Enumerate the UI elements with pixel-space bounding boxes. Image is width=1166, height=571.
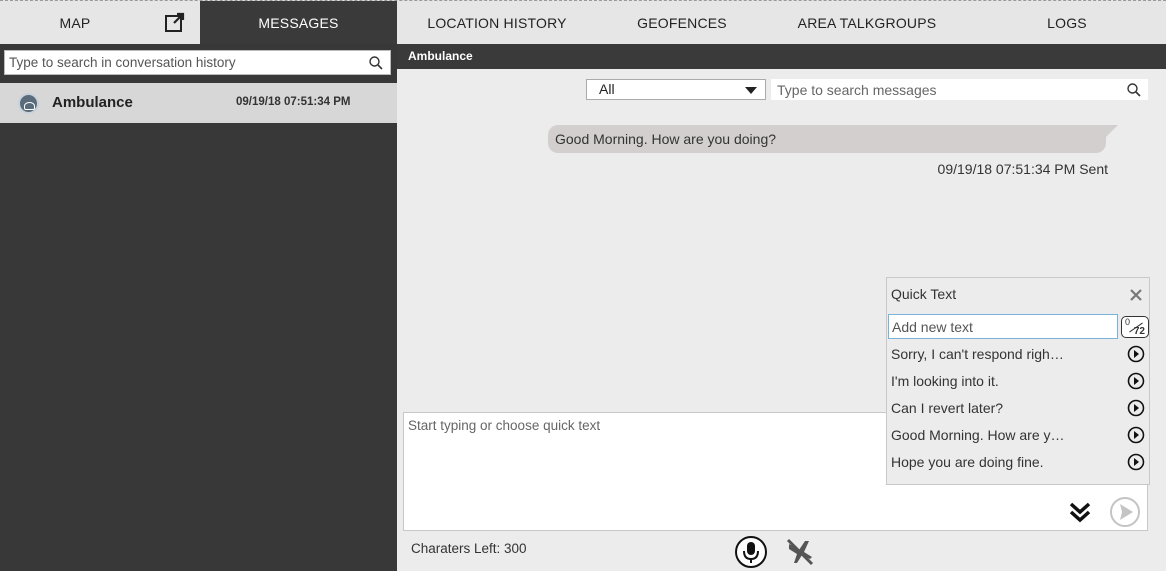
quick-text-label: Good Morning. How are y… — [891, 427, 1065, 443]
tab-area-talkgroups[interactable]: AREA TALKGROUPS — [767, 1, 967, 45]
close-icon[interactable] — [1129, 288, 1143, 302]
search-icon[interactable] — [1126, 82, 1142, 98]
popout-button[interactable] — [150, 1, 200, 45]
chevron-down-icon — [745, 87, 757, 94]
tab-messages[interactable]: MESSAGES — [200, 1, 397, 45]
conversation-name: Ambulance — [52, 94, 133, 111]
quick-text-item[interactable]: Good Morning. How are y… — [891, 423, 1147, 447]
microphone-icon[interactable] — [734, 535, 768, 569]
search-icon[interactable] — [368, 55, 384, 71]
message-timestamp-status: 09/19/18 07:51:34 PM Sent — [937, 161, 1108, 177]
conversation-time: 09/19/18 07:51:34 PM — [236, 96, 351, 108]
quick-text-label: Hope you are doing fine. — [891, 454, 1044, 470]
tab-geofences[interactable]: GEOFENCES — [597, 1, 767, 45]
character-counter-icon: 0 72 — [1121, 316, 1149, 338]
quick-text-panel: Quick Text 0 72 Sorry, I can't respond r… — [886, 277, 1150, 485]
filter-value: All — [599, 81, 615, 97]
top-nav: MAP MESSAGES LOCATION HISTORY GEOFENCES … — [0, 0, 1166, 45]
double-chevron-down-icon[interactable] — [1068, 501, 1092, 523]
tab-location-history[interactable]: LOCATION HISTORY — [397, 1, 597, 45]
ambulance-avatar-icon — [18, 93, 39, 114]
quick-text-input-box — [888, 314, 1118, 339]
quick-text-item[interactable]: I'm looking into it. — [891, 369, 1147, 393]
message-search-box — [771, 79, 1148, 100]
arrow-circle-right-icon[interactable] — [1127, 426, 1145, 444]
airplane-off-icon[interactable] — [783, 535, 817, 569]
arrow-circle-right-icon[interactable] — [1127, 453, 1145, 471]
compose-toolbar — [403, 490, 1148, 531]
send-icon[interactable] — [1109, 496, 1141, 528]
message-search-input[interactable] — [771, 79, 1148, 100]
tab-logs[interactable]: LOGS — [967, 1, 1166, 45]
quick-text-label: Can I revert later? — [891, 400, 1004, 416]
conversation-search-input[interactable] — [5, 51, 390, 74]
quick-text-item[interactable]: Hope you are doing fine. — [891, 450, 1147, 474]
conversation-list-panel: Ambulance 09/19/18 07:51:34 PM — [0, 44, 397, 571]
message-bubble: Good Morning. How are you doing? — [548, 125, 1118, 153]
arrow-circle-right-icon[interactable] — [1127, 372, 1145, 390]
arrow-circle-right-icon[interactable] — [1127, 399, 1145, 417]
quick-text-label: I'm looking into it. — [891, 373, 999, 389]
conversation-item-ambulance[interactable]: Ambulance 09/19/18 07:51:34 PM — [0, 83, 397, 123]
arrow-circle-right-icon[interactable] — [1127, 345, 1145, 363]
app-window: MAP MESSAGES LOCATION HISTORY GEOFENCES … — [0, 0, 1166, 571]
message-filter-dropdown[interactable]: All — [586, 79, 766, 100]
quick-text-item[interactable]: Can I revert later? — [891, 396, 1147, 420]
quick-text-item[interactable]: Sorry, I can't respond righ… — [891, 342, 1147, 366]
tab-map[interactable]: MAP — [0, 1, 150, 45]
conversation-title: Ambulance — [397, 44, 1166, 69]
conversation-search-box — [4, 50, 391, 75]
external-window-icon — [165, 12, 185, 32]
quick-text-input[interactable] — [889, 315, 1117, 338]
counter-current: 0 — [1125, 317, 1131, 327]
quick-text-label: Sorry, I can't respond righ… — [891, 346, 1064, 362]
characters-left: Charaters Left: 300 — [411, 541, 527, 556]
quick-text-title: Quick Text — [891, 286, 957, 302]
counter-max: 72 — [1133, 326, 1145, 337]
